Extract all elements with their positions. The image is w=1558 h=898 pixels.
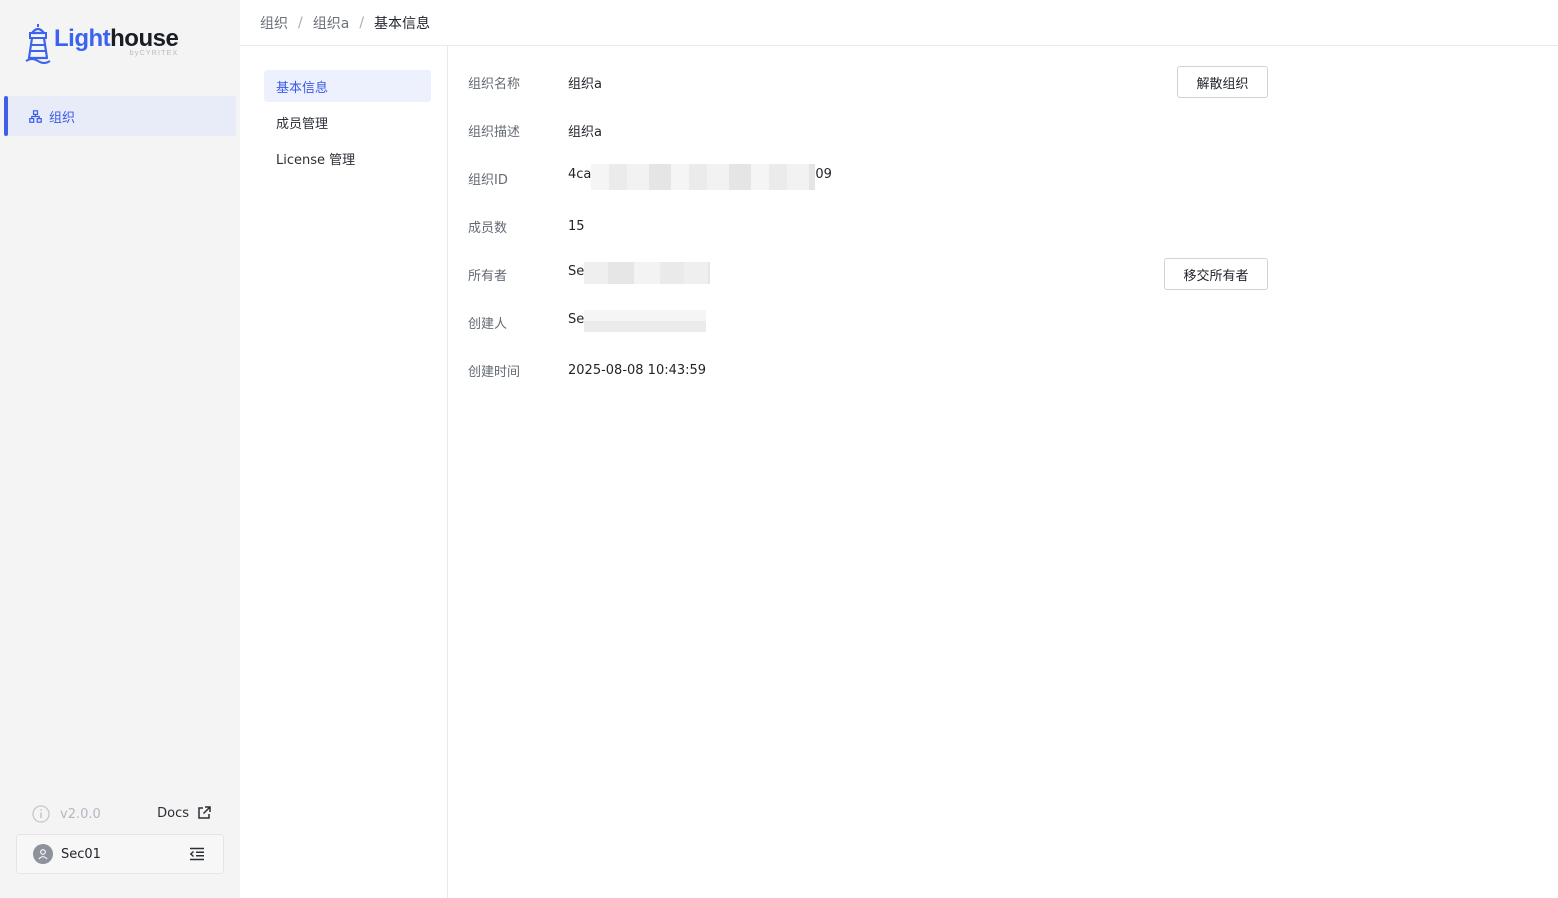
member-count-value: 15 (568, 218, 585, 234)
org-name-value: 组织a (568, 76, 602, 92)
org-icon (28, 109, 42, 123)
info-row-owner: 所有者 Se (468, 250, 1268, 298)
sidebar: Lighthouse byCYRITEX 组织 v2.0.0 Docs Sec0… (0, 0, 240, 898)
subnav-basic-info[interactable]: 基本信息 (264, 70, 431, 102)
user-name: Sec01 (61, 846, 101, 862)
owner-value: Se (568, 262, 711, 284)
org-desc-label: 组织描述 (468, 124, 521, 140)
created-time-value: 2025-08-08 10:43:59 (568, 362, 707, 378)
lighthouse-icon (25, 24, 51, 64)
user-icon (38, 849, 48, 860)
sidebar-item-label: 组织 (49, 110, 76, 126)
breadcrumb-separator: / (359, 14, 365, 31)
breadcrumb-separator: / (298, 14, 303, 31)
logo-word-light: Light (54, 25, 111, 52)
main-panel: 组织 / 组织a / 基本信息 基本信息 成员管理 License 管理 组织名… (240, 0, 1558, 898)
info-row-id: 组织ID 4ca 09 (468, 154, 1268, 202)
owner-prefix: Se (568, 264, 585, 279)
active-indicator (4, 96, 8, 136)
redacted-mask (591, 163, 816, 190)
sidebar-item-organization[interactable]: 组织 (4, 96, 236, 136)
info-row-name: 组织名称 组织a (468, 58, 1268, 106)
subnav-license[interactable]: License 管理 (264, 142, 431, 174)
info-row-creator: 创建人 Se (468, 298, 1268, 346)
app-window: Lighthouse byCYRITEX 组织 v2.0.0 Docs Sec0… (0, 0, 1558, 898)
logo-tagline: byCYRITEX (129, 50, 179, 57)
org-id-value: 4ca 09 (568, 163, 832, 190)
settings-subnav: 基本信息 成员管理 License 管理 (240, 46, 448, 898)
dissolve-org-button[interactable]: 解散组织 (1177, 66, 1268, 98)
redacted-mask (584, 262, 711, 284)
creator-label: 创建人 (468, 316, 508, 332)
info-row-members: 成员数 15 (468, 202, 1268, 250)
redacted-mask (584, 310, 707, 332)
breadcrumb: 组织 / 组织a / 基本信息 (240, 0, 1558, 46)
breadcrumb-item-current: 基本信息 (374, 15, 431, 32)
logo[interactable]: Lighthouse byCYRITEX (24, 22, 179, 64)
org-name-label: 组织名称 (468, 76, 521, 92)
creator-prefix: Se (568, 312, 585, 327)
info-row-description: 组织描述 组织a (468, 106, 1268, 154)
external-link-icon (198, 806, 211, 819)
transfer-owner-button[interactable]: 移交所有者 (1164, 258, 1268, 290)
org-id-prefix: 4ca (568, 166, 592, 182)
subnav-members[interactable]: 成员管理 (264, 106, 431, 138)
creator-value: Se (568, 310, 707, 332)
collapse-sidebar-icon[interactable] (189, 847, 205, 861)
info-icon (32, 805, 50, 823)
org-id-suffix: 09 (815, 166, 832, 182)
owner-label: 所有者 (468, 268, 508, 284)
version-label: v2.0.0 (60, 806, 101, 822)
member-count-label: 成员数 (468, 220, 508, 236)
org-id-label: 组织ID (468, 172, 508, 188)
info-row-created-time: 创建时间 2025-08-08 10:43:59 (468, 346, 1268, 394)
org-desc-value: 组织a (568, 124, 602, 140)
docs-label: Docs (157, 805, 189, 821)
version-row: v2.0.0 Docs (32, 804, 212, 824)
docs-link[interactable]: Docs (157, 805, 212, 821)
user-menu[interactable]: Sec01 (16, 834, 224, 874)
avatar (33, 844, 53, 864)
logo-wordmark: Lighthouse byCYRITEX (54, 22, 179, 57)
logo-word-house: house (110, 25, 179, 52)
breadcrumb-item-organizations[interactable]: 组织 (260, 13, 288, 33)
created-time-label: 创建时间 (468, 364, 521, 380)
breadcrumb-item-org[interactable]: 组织a (313, 13, 350, 33)
